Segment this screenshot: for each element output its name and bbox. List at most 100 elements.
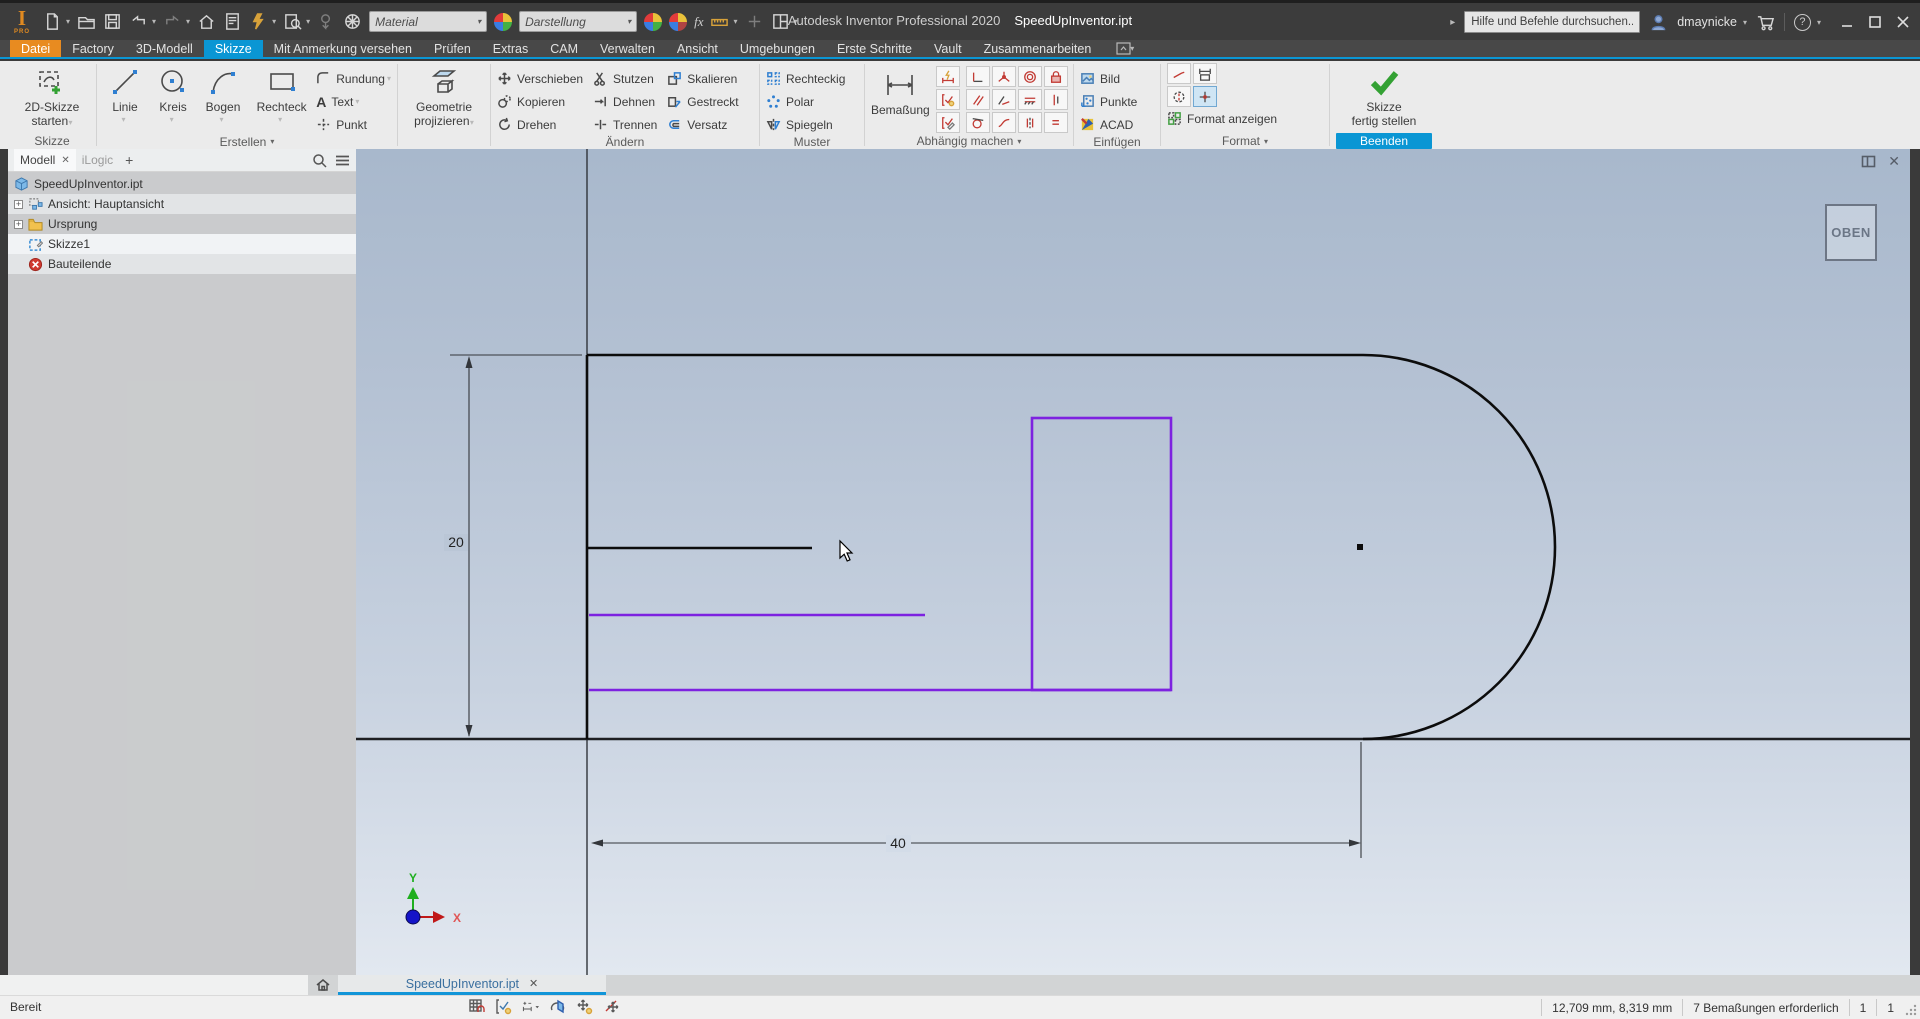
constraint-display-icon[interactable]	[495, 998, 512, 1015]
auto-dimension-button[interactable]	[936, 66, 960, 87]
parallel-constraint-button[interactable]	[966, 89, 990, 110]
redo-chevron-icon[interactable]: ▾	[186, 17, 190, 26]
inventor-logo[interactable]: I PRO	[14, 8, 30, 35]
new-file-chevron-icon[interactable]: ▾	[66, 17, 70, 26]
split-button[interactable]: Trennen	[593, 115, 657, 134]
clear-appearance-icon[interactable]	[669, 13, 687, 31]
search-input[interactable]	[1464, 11, 1640, 33]
equal-constraint-button[interactable]: =	[1044, 112, 1068, 133]
adjust-appearance-icon[interactable]	[644, 13, 662, 31]
parameters-fx-icon[interactable]: fx	[694, 14, 703, 30]
coincident-constraint-button[interactable]	[992, 66, 1016, 87]
tab-zusammenarbeiten[interactable]: Zusammenarbeiten	[973, 40, 1103, 57]
text-button[interactable]: A Text ▾	[316, 92, 391, 111]
measure-chevron-icon[interactable]: ▾	[733, 17, 737, 26]
home-icon[interactable]	[197, 12, 216, 31]
origin-point[interactable]	[406, 910, 420, 924]
trim-button[interactable]: Stutzen	[593, 69, 657, 88]
degrees-of-freedom-icon[interactable]	[576, 998, 593, 1015]
qat-customize-chevron-icon[interactable]: ▾	[794, 17, 798, 26]
save-icon[interactable]	[103, 12, 122, 31]
preview-page-icon[interactable]	[283, 12, 302, 31]
constraint-settings-button[interactable]	[936, 112, 960, 133]
redo-icon[interactable]	[163, 12, 182, 31]
tree-item-view[interactable]: + Ansicht: Hauptansicht	[8, 194, 356, 214]
maximize-button[interactable]	[1868, 15, 1882, 29]
tree-item-part[interactable]: SpeedUpInventor.ipt	[8, 174, 356, 194]
dim40-value[interactable]: 40	[890, 835, 906, 851]
browser-search-icon[interactable]	[312, 153, 327, 168]
symmetric-constraint-button[interactable]	[1018, 112, 1042, 133]
cart-icon[interactable]	[1756, 13, 1775, 32]
stretch-button[interactable]: Gestreckt	[667, 92, 738, 111]
lock-constraint-button[interactable]	[1044, 66, 1068, 87]
circle-button[interactable]: Kreis ▾	[151, 63, 195, 124]
tab-pruefen[interactable]: Prüfen	[423, 40, 482, 57]
driven-dimension-button[interactable]	[1193, 63, 1217, 84]
drawing-sheet-icon[interactable]	[223, 12, 242, 31]
circular-pattern-button[interactable]: Polar	[766, 92, 845, 111]
appearance-combobox[interactable]: Darstellung ▾	[519, 11, 637, 32]
smooth-constraint-button[interactable]	[992, 112, 1016, 133]
user-chevron-icon[interactable]: ▾	[1743, 18, 1747, 27]
help-icon[interactable]: ?	[1794, 14, 1811, 31]
minimize-button[interactable]	[1840, 15, 1854, 29]
slice-graphics-icon[interactable]	[549, 998, 566, 1015]
quick-command-icon[interactable]	[249, 12, 268, 31]
dimension-button[interactable]: Bemaßung	[871, 63, 930, 118]
expander-icon[interactable]: +	[14, 200, 23, 209]
resize-grip[interactable]	[1904, 1003, 1918, 1017]
tree-item-sketch[interactable]: Skizze1	[8, 234, 356, 254]
move-button[interactable]: Verschieben	[497, 69, 583, 88]
group-label-erstellen[interactable]: Erstellen▾	[103, 134, 391, 149]
start-2d-sketch-button[interactable]: 2D-Skizze starten ▾	[15, 63, 89, 129]
group-label-abhaengig[interactable]: Abhängig machen▾	[871, 133, 1067, 149]
collinear-constraint-button[interactable]	[1018, 89, 1042, 110]
arc-button[interactable]: Bogen ▾	[199, 63, 247, 124]
project-geometry-button[interactable]: Geometrie projizieren ▾	[404, 63, 484, 129]
insert-image-button[interactable]: Bild	[1080, 69, 1137, 88]
browser-tab-ilogic[interactable]: iLogic	[76, 149, 119, 171]
tab-umgebungen[interactable]: Umgebungen	[729, 40, 826, 57]
tab-vault[interactable]: Vault	[923, 40, 973, 57]
preview-page-chevron-icon[interactable]: ▾	[306, 17, 310, 26]
tab-erste-schritte[interactable]: Erste Schritte	[826, 40, 923, 57]
rectangle-button[interactable]: Rechteck ▾	[251, 63, 312, 124]
undo-chevron-icon[interactable]: ▾	[152, 17, 156, 26]
slot-right-arc[interactable]	[1363, 355, 1555, 739]
tab-factory[interactable]: Factory	[61, 40, 125, 57]
copy-button[interactable]: Kopieren	[497, 92, 583, 111]
split-view-icon[interactable]	[1861, 154, 1876, 169]
document-tab-active[interactable]: SpeedUpInventor.ipt ✕	[338, 975, 606, 995]
tab-verwalten[interactable]: Verwalten	[589, 40, 666, 57]
measure-icon[interactable]	[710, 12, 729, 31]
centerpoint-button[interactable]	[1193, 86, 1217, 107]
show-format-button[interactable]: Format anzeigen	[1167, 109, 1277, 128]
line-button[interactable]: Linie ▾	[103, 63, 147, 124]
search-pointer-icon[interactable]: ▸	[1450, 17, 1455, 28]
dimension-display-icon[interactable]	[522, 998, 539, 1015]
viewcube-face-label[interactable]: OBEN	[1831, 225, 1871, 240]
fillet-button[interactable]: Rundung ▾	[316, 69, 391, 88]
perpendicular-constraint-button[interactable]	[966, 66, 990, 87]
browser-tab-close-icon[interactable]: ✕	[61, 155, 69, 166]
tab-cam[interactable]: CAM	[539, 40, 589, 57]
centerline-button[interactable]	[1167, 86, 1191, 107]
home-tab-button[interactable]	[308, 975, 338, 995]
tab-3d-modell[interactable]: 3D-Modell	[125, 40, 204, 57]
selected-rectangle[interactable]	[1032, 418, 1171, 690]
snap-grid-icon[interactable]	[468, 998, 485, 1015]
tree-item-end-of-part[interactable]: Bauteilende	[8, 254, 356, 274]
undo-icon[interactable]	[129, 12, 148, 31]
rectangular-pattern-button[interactable]: Rechteckig	[766, 69, 845, 88]
group-label-format[interactable]: Format▾	[1167, 133, 1323, 149]
user-name[interactable]: dmaynicke	[1677, 15, 1737, 29]
help-chevron-icon[interactable]: ▾	[1817, 18, 1821, 27]
extend-button[interactable]: Dehnen	[593, 92, 657, 111]
browser-menu-icon[interactable]	[335, 154, 350, 167]
tab-extras[interactable]: Extras	[482, 40, 539, 57]
mirror-button[interactable]: Spiegeln	[766, 115, 845, 134]
relax-mode-icon[interactable]	[603, 998, 620, 1015]
point-button[interactable]: Punkt	[316, 115, 391, 134]
ribbon-collapse-button[interactable]: ▾	[1116, 40, 1134, 57]
